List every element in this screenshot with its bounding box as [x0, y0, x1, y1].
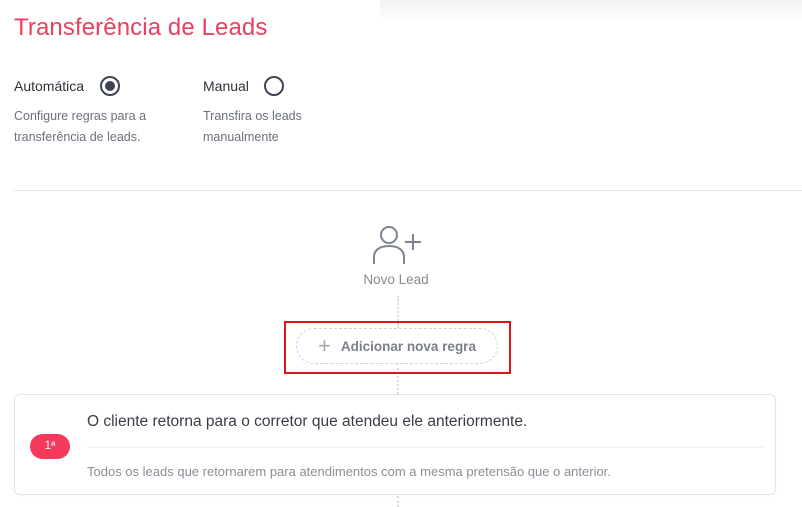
- new-lead-label: Novo Lead: [363, 272, 429, 287]
- flow-connector: [397, 496, 399, 507]
- mode-option-label: Automática: [14, 78, 85, 94]
- mode-option-description: Transfira os leads manualmente: [203, 109, 302, 144]
- mode-option-label: Manual: [203, 78, 249, 94]
- top-shadow: [380, 0, 802, 22]
- rule-description: Todos os leads que retornarem para atend…: [87, 464, 611, 479]
- mode-option-manual[interactable]: Manual Transfira os leads manualmente: [203, 76, 323, 148]
- plus-icon: +: [318, 333, 331, 358]
- rule-title: O cliente retorna para o corretor que at…: [87, 413, 528, 430]
- add-user-icon: [371, 224, 423, 273]
- radio-automatic[interactable]: [99, 76, 120, 96]
- add-rule-label: Adicionar nova regra: [340, 338, 476, 354]
- mode-option-automatic[interactable]: Automática Configure regras para a trans…: [14, 76, 174, 148]
- add-rule-button[interactable]: + Adicionar nova regra: [296, 328, 498, 364]
- page-title: Transferência de Leads: [14, 14, 268, 41]
- rule-order-badge: 1ª: [30, 434, 70, 459]
- section-divider: [14, 190, 802, 191]
- rule-divider: [87, 447, 763, 448]
- mode-option-description: Configure regras para a transferência de…: [14, 109, 147, 144]
- rule-card[interactable]: 1ª O cliente retorna para o corretor que…: [14, 394, 776, 495]
- radio-manual[interactable]: [264, 76, 285, 96]
